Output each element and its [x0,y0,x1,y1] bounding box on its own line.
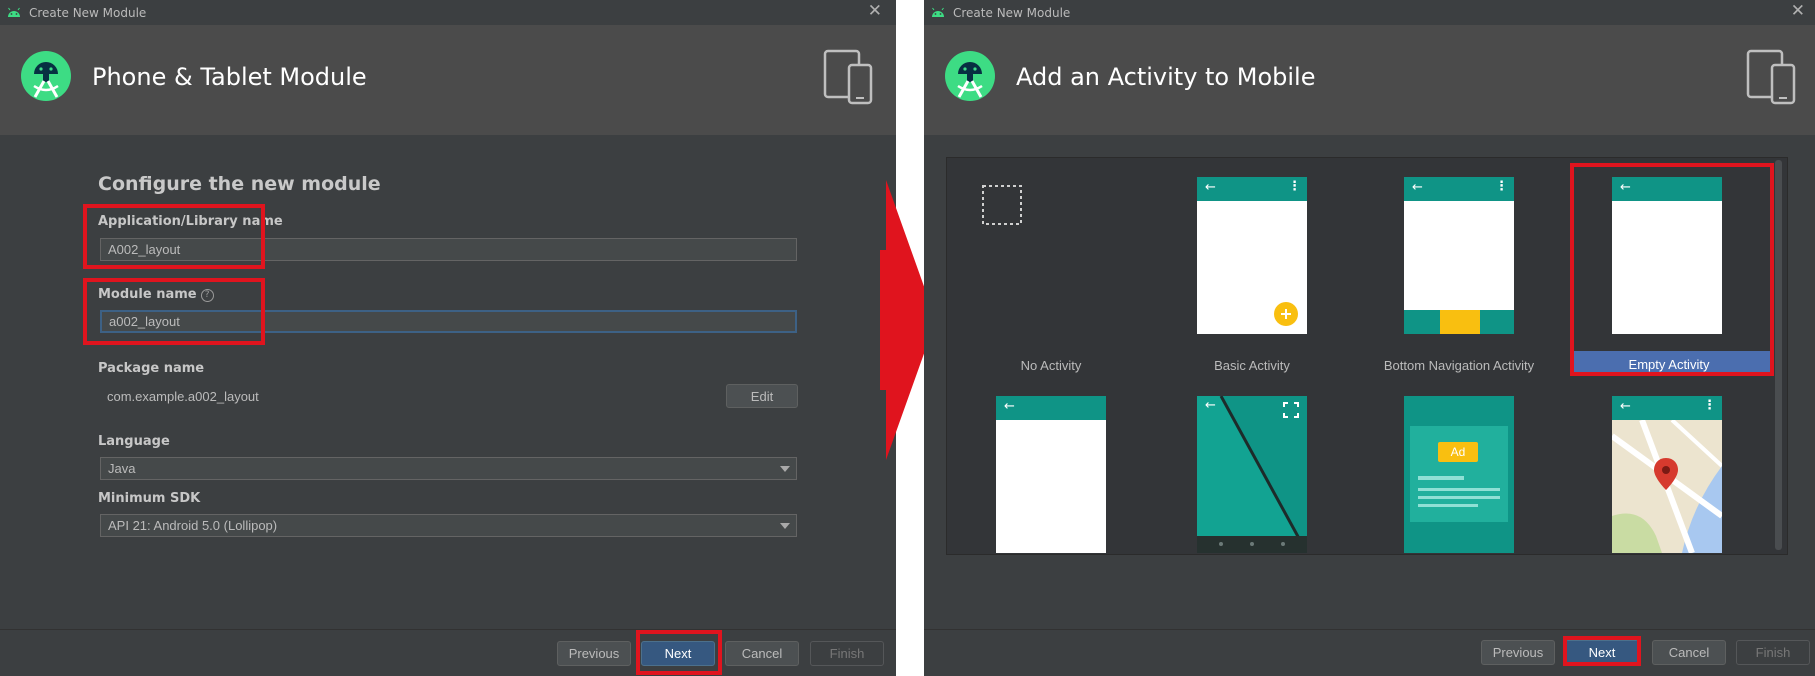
activity-name: No Activity [1020,358,1082,373]
module-name-input[interactable]: a002_layout [100,310,797,333]
back-arrow-icon: ← [1620,399,1631,414]
next-button[interactable]: Next [641,641,715,666]
min-sdk-select[interactable]: API 21: Android 5.0 (Lollipop) [100,514,797,537]
previous-button[interactable]: Previous [1481,640,1555,665]
activity-name: Basic Activity [1214,358,1290,373]
fullscreen-icon [1283,402,1299,418]
close-icon[interactable]: ✕ [1791,1,1805,21]
activity-preview: ← [996,396,1106,553]
app-name-input[interactable]: A002_layout [100,238,797,261]
back-arrow-icon: ← [1205,398,1216,413]
bottom-navigation-preview: ← ⋮ [1404,177,1514,334]
package-name-value: com.example.a002_layout [107,389,259,404]
previous-button[interactable]: Previous [557,641,631,666]
language-select[interactable]: Java [100,457,797,480]
dialog-banner: Phone & Tablet Module [0,25,896,135]
min-sdk-label: Minimum SDK [98,491,201,506]
configure-heading: Configure the new module [98,173,381,195]
phone-tablet-icon [1746,49,1796,105]
activity-name: Empty Activity [1628,357,1710,372]
module-name-value: a002_layout [109,314,180,329]
finish-button: Finish [1736,640,1810,665]
activity-gallery: No Activity ← ⋮ Basic Activity ← ⋮ Bottom … [946,157,1788,555]
window-titlebar: Create New Module ✕ [0,0,896,25]
package-name-label: Package name [98,361,205,376]
window-title: Create New Module [953,5,1071,20]
next-button[interactable]: Next [1565,640,1639,665]
android-icon [932,7,944,17]
module-name-label-row: Module name? [98,287,214,302]
dialog-footer: Previous Next Cancel Finish [0,629,896,676]
empty-activity-preview: ← [1612,177,1722,334]
back-arrow-icon: ← [1620,180,1631,195]
app-name-value: A002_layout [108,242,181,257]
android-studio-logo [21,51,71,101]
fullscreen-activity-preview: ← [1197,396,1307,553]
finish-button: Finish [810,641,884,666]
more-vert-icon: ⋮ [1703,398,1716,413]
ad-badge: Ad [1438,442,1478,462]
maps-activity-preview: ← ⋮ [1612,396,1722,553]
gallery-scrollbar[interactable] [1775,160,1782,550]
dialog-banner: Add an Activity to Mobile [924,25,1815,135]
bottom-nav-bar [1404,310,1514,334]
basic-activity-preview: ← ⋮ [1197,177,1307,334]
back-arrow-icon: ← [1004,399,1015,414]
android-icon [8,7,20,17]
language-label: Language [98,434,170,449]
dialog-footer: Previous Next Cancel Finish [924,629,1815,676]
more-vert-icon: ⋮ [1495,179,1508,194]
create-module-dialog-left: Create New Module ✕ Phone & Tablet Modul… [0,0,896,676]
banner-title: Phone & Tablet Module [92,63,367,91]
window-titlebar: Create New Module ✕ [924,0,1815,25]
phone-tablet-icon [823,49,873,105]
language-value: Java [108,461,136,476]
cancel-button[interactable]: Cancel [725,641,799,666]
window-title: Create New Module [29,5,147,20]
chevron-down-icon [780,466,790,472]
android-studio-logo [945,51,995,101]
create-module-dialog-right: Create New Module ✕ Add an Activity to M… [924,0,1815,676]
back-arrow-icon: ← [1205,180,1216,195]
fab-add-icon [1274,302,1298,326]
module-name-label: Module name [98,287,197,302]
empty-dashed-icon [982,185,1022,225]
chevron-down-icon [780,523,790,529]
cancel-button[interactable]: Cancel [1652,640,1726,665]
help-icon[interactable]: ? [200,289,214,302]
close-icon[interactable]: ✕ [868,1,882,21]
more-vert-icon: ⋮ [1288,179,1301,194]
banner-title: Add an Activity to Mobile [1016,63,1316,91]
app-name-label: Application/Library name [98,214,283,229]
min-sdk-value: API 21: Android 5.0 (Lollipop) [108,518,278,533]
admob-activity-preview: Ad [1404,396,1514,553]
activity-name: Bottom Navigation Activity [1383,358,1535,373]
back-arrow-icon: ← [1412,180,1423,195]
edit-package-button[interactable]: Edit [726,384,798,408]
